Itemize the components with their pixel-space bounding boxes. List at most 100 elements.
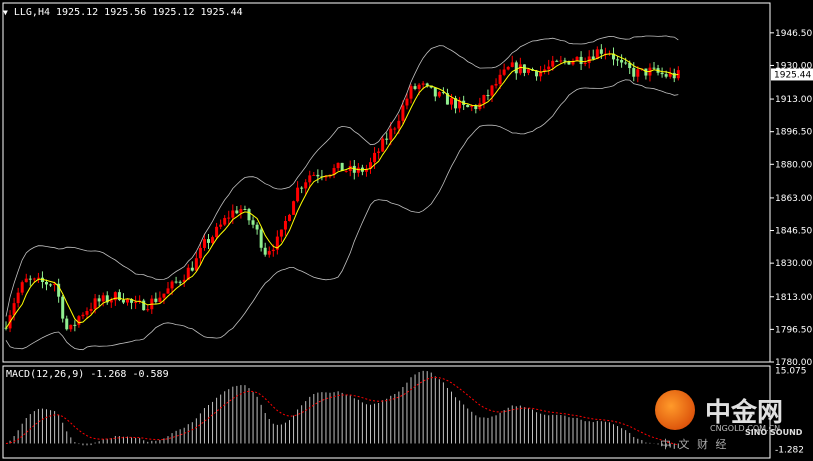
candle-up	[409, 86, 413, 99]
candle-up	[134, 301, 138, 303]
candle-down	[263, 247, 267, 255]
candle-up	[356, 167, 360, 173]
candle-down	[664, 74, 668, 77]
candle-up	[636, 69, 640, 77]
candle-down	[555, 60, 559, 62]
macd-main-value: -1.268	[90, 369, 127, 380]
candle-up	[211, 237, 215, 243]
candle-up	[288, 214, 291, 221]
price-tick-label: 1813.00	[775, 293, 812, 303]
candle-up	[381, 138, 385, 152]
candle-down	[514, 62, 518, 74]
candle-up	[437, 92, 441, 97]
candle-down	[190, 267, 194, 271]
candle-down	[247, 209, 251, 221]
candle-down	[300, 187, 304, 189]
candle-down	[73, 324, 77, 326]
candle-up	[389, 128, 393, 140]
candle-up	[312, 174, 316, 176]
candle-up	[470, 105, 474, 108]
candle-down	[154, 298, 158, 302]
candle-down	[616, 59, 620, 61]
candle-up	[502, 69, 506, 75]
price-tick-label: 1846.50	[775, 227, 812, 237]
dropdown-arrow-icon[interactable]: ▼	[3, 8, 8, 17]
candle-up	[559, 60, 563, 62]
candle-up	[194, 258, 198, 271]
candle-down	[259, 229, 263, 248]
candle-down	[474, 105, 478, 110]
candle-down	[599, 49, 603, 54]
candle-up	[198, 247, 202, 259]
candle-down	[672, 72, 676, 79]
candle-up	[344, 170, 348, 172]
candle-up	[397, 120, 401, 129]
candle-up	[77, 316, 81, 325]
candle-up	[223, 218, 227, 225]
candle-up	[146, 309, 150, 311]
price-tick-label: 1913.00	[775, 95, 812, 105]
candle-down	[207, 239, 210, 243]
candle-up	[373, 152, 377, 163]
candle-up	[336, 162, 340, 169]
candle-down	[174, 281, 178, 283]
macd-label: MACD(12,26,9)	[6, 369, 85, 380]
candle-up	[506, 66, 510, 70]
moving-average-line	[5, 53, 679, 329]
price-tick-label: 1946.50	[775, 29, 812, 39]
candle-up	[109, 300, 113, 303]
candle-up	[16, 292, 20, 304]
candle-up	[296, 187, 300, 202]
candle-down	[620, 59, 624, 63]
candle-down	[65, 318, 69, 330]
ohlc-values: 1925.12 1925.56 1925.12 1925.44	[56, 7, 243, 18]
brand-logo-icon	[655, 390, 695, 430]
price-tick-label: 1830.00	[775, 259, 812, 269]
candle-up	[271, 249, 275, 252]
candle-up	[85, 311, 89, 315]
candle-down	[466, 104, 470, 108]
candle-up	[24, 278, 28, 283]
candle-down	[255, 224, 259, 230]
candle-down	[28, 278, 32, 280]
price-pane	[2, 2, 771, 363]
candle-up	[377, 151, 381, 153]
candle-down	[49, 284, 53, 286]
candle-up	[239, 209, 243, 214]
macd-tick-label: -1.282	[775, 446, 804, 456]
candle-down	[522, 64, 526, 73]
candle-down	[563, 60, 567, 62]
candle-up	[32, 278, 36, 280]
candle-up	[482, 95, 486, 104]
price-tick-label: 1896.50	[775, 128, 812, 138]
candle-down	[235, 210, 239, 214]
candle-up	[494, 83, 498, 86]
candle-down	[316, 174, 320, 177]
candle-up	[219, 224, 223, 227]
candle-up	[36, 277, 40, 279]
watermark-logo: SINO SOUND	[745, 428, 803, 437]
candle-up	[547, 66, 551, 70]
candle-up	[401, 105, 405, 121]
chart-canvas: 1946.501930.001913.001896.501880.001863.…	[2, 2, 813, 459]
candle-up	[498, 74, 502, 84]
candle-up	[267, 251, 271, 255]
candle-down	[243, 209, 247, 211]
candle-up	[162, 293, 166, 298]
candle-up	[405, 98, 409, 106]
macd-title: MACD(12,26,9) -1.268 -0.589	[6, 369, 169, 380]
candle-up	[231, 210, 235, 218]
candle-down	[251, 220, 255, 225]
macd-tick-label: 15.075	[775, 366, 807, 376]
candle-up	[126, 299, 129, 303]
candle-up	[215, 226, 219, 238]
price-frame	[2, 2, 771, 363]
bollinger-lower-line	[5, 79, 679, 351]
current-price-label: 1925.44	[774, 70, 811, 80]
candle-down	[413, 86, 417, 89]
candle-up	[583, 62, 587, 64]
symbol-label: LLG,H4	[13, 7, 50, 18]
candle-up	[308, 175, 312, 183]
chart-title: ▼ LLG,H4 1925.12 1925.56 1925.12 1925.44	[3, 7, 243, 18]
candle-up	[518, 64, 522, 74]
